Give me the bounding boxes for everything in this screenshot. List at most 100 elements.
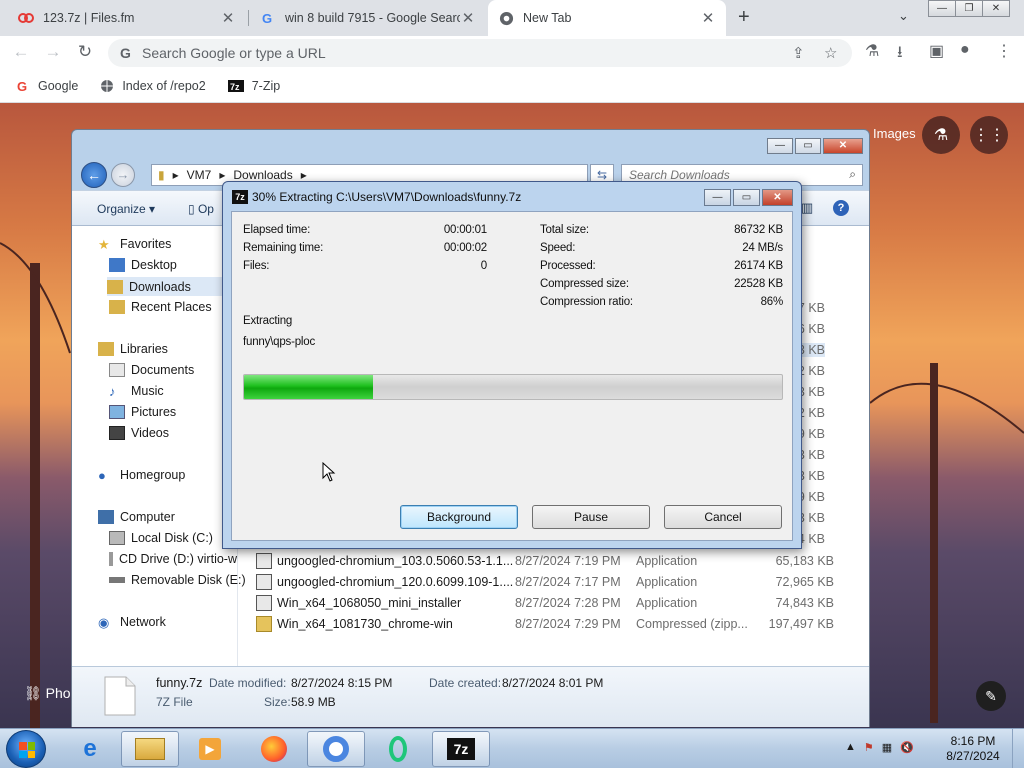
restore-button[interactable]: ❐: [955, 0, 983, 17]
bookmark-star-icon[interactable]: ☆: [824, 44, 837, 62]
show-desktop-button[interactable]: [1012, 729, 1024, 768]
google-icon: G: [260, 10, 276, 26]
taskbar-media-player[interactable]: ▶: [181, 731, 239, 767]
bookmark-7zip[interactable]: 7z 7-Zip: [227, 79, 280, 93]
tab-google-search[interactable]: G win 8 build 7915 - Google Search ✕: [250, 0, 486, 36]
close-button[interactable]: ✕: [823, 138, 863, 154]
taskbar-clock[interactable]: 8:16 PM 8/27/2024: [938, 734, 1008, 764]
network-icon[interactable]: ▦: [882, 741, 892, 754]
close-tab-icon[interactable]: ✕: [460, 9, 476, 27]
nav-documents[interactable]: Documents: [109, 363, 194, 377]
background-button[interactable]: Background: [400, 505, 518, 529]
side-panel-icon[interactable]: ▣: [929, 41, 944, 61]
organize-button[interactable]: Organize ▾: [97, 202, 155, 216]
maximize-button[interactable]: ▭: [733, 189, 760, 206]
labs-flask-icon[interactable]: ⚗: [922, 116, 960, 154]
bookmark-google[interactable]: G Google: [16, 79, 78, 93]
nav-removable-disk[interactable]: Removable Disk (E:): [109, 573, 246, 587]
apps-grid-icon[interactable]: ⋮⋮: [970, 116, 1008, 154]
nav-homegroup[interactable]: ● Homegroup: [98, 468, 185, 483]
close-button[interactable]: ✕: [982, 0, 1010, 17]
tab-search-chevron-icon[interactable]: ⌄: [898, 8, 909, 24]
reload-icon[interactable]: ↻: [74, 41, 96, 63]
tab-new-tab[interactable]: New Tab ✕: [488, 0, 726, 36]
mouse-cursor-icon: [322, 462, 336, 482]
open-button[interactable]: ▯ Op: [188, 202, 214, 216]
compressed-size-value: 22528 KB: [734, 278, 783, 290]
breadcrumb-downloads[interactable]: Downloads: [233, 168, 292, 182]
nav-favorites[interactable]: ★ Favorites: [98, 237, 171, 252]
share-icon[interactable]: ⇪: [792, 44, 805, 62]
table-row[interactable]: Win_x64_1068050_mini_installer 8/27/2024…: [256, 592, 834, 613]
omnibox-input[interactable]: [142, 45, 742, 61]
documents-icon: [109, 363, 125, 377]
taskbar-chromium[interactable]: [307, 731, 365, 767]
nav-desktop[interactable]: Desktop: [109, 258, 177, 272]
download-icon[interactable]: ⭳: [897, 41, 903, 68]
maximize-button[interactable]: ▭: [795, 138, 821, 154]
tab-files-fm[interactable]: 123.7z | Files.fm ✕: [8, 0, 246, 36]
search-input[interactable]: [629, 168, 839, 182]
start-button[interactable]: [6, 730, 46, 768]
close-button[interactable]: ✕: [762, 189, 793, 206]
dialog-titlebar[interactable]: 7z 30% Extracting C:\Users\VM7\Downloads…: [232, 190, 521, 204]
nav-computer[interactable]: Computer: [98, 510, 175, 524]
nav-libraries[interactable]: Libraries: [98, 342, 168, 356]
taskbar-opera-gx[interactable]: [369, 731, 427, 767]
remaining-time-value: 00:00:02: [443, 242, 487, 254]
search-icon[interactable]: ⌕: [849, 167, 856, 182]
nav-local-disk[interactable]: Local Disk (C:): [109, 531, 213, 545]
taskbar-firefox[interactable]: [245, 731, 303, 767]
minimize-button[interactable]: —: [928, 0, 956, 17]
svg-text:G: G: [120, 45, 131, 61]
minimize-button[interactable]: —: [767, 138, 793, 154]
preview-pane-icon[interactable]: ▥: [801, 200, 813, 216]
open-label: Op: [197, 202, 214, 216]
tab-divider: [248, 10, 249, 26]
labs-flask-icon[interactable]: ⚗: [865, 41, 879, 61]
media-player-icon: ▶: [199, 738, 221, 760]
show-hidden-icons-icon[interactable]: ▲: [845, 741, 856, 754]
explorer-titlebar[interactable]: — ▭ ✕: [72, 130, 869, 160]
action-center-flag-icon[interactable]: ⚑: [864, 741, 874, 754]
bookmark-index-repo2[interactable]: Index of /repo2: [100, 79, 206, 93]
taskbar-internet-explorer[interactable]: e: [61, 731, 119, 767]
close-tab-icon[interactable]: ✕: [700, 9, 716, 27]
back-arrow-icon[interactable]: ←: [81, 162, 107, 188]
back-arrow-icon[interactable]: ←: [10, 41, 32, 63]
nav-downloads[interactable]: Downloads: [107, 277, 237, 296]
customize-pencil-icon[interactable]: ✎: [976, 681, 1006, 711]
menu-kebab-icon[interactable]: ⋮: [996, 41, 1012, 61]
table-row[interactable]: Win_x64_1081730_chrome-win 8/27/2024 7:2…: [256, 613, 834, 634]
details-created-label: Date created:: [429, 676, 502, 690]
forward-arrow-icon[interactable]: →: [111, 163, 135, 187]
nav-recent-places[interactable]: Recent Places: [109, 300, 212, 314]
cancel-button[interactable]: Cancel: [664, 505, 782, 529]
star-icon: ★: [98, 237, 110, 252]
nav-cd-drive[interactable]: CD Drive (D:) virtio-w: [109, 552, 237, 566]
nav-music[interactable]: ♪ Music: [109, 384, 164, 399]
images-link[interactable]: Images: [873, 126, 916, 141]
close-tab-icon[interactable]: ✕: [220, 9, 236, 27]
volume-muted-icon[interactable]: 🔇: [900, 741, 914, 754]
breadcrumb-vm7[interactable]: VM7: [187, 168, 212, 182]
table-row[interactable]: ungoogled-chromium_120.0.6099.109-1.... …: [256, 571, 834, 592]
taskbar-7zip[interactable]: 7z: [432, 731, 490, 767]
nav-pictures[interactable]: Pictures: [109, 405, 176, 419]
status-text: Extracting: [243, 315, 293, 327]
chrome-icon: [498, 10, 514, 26]
table-row[interactable]: ungoogled-chromium_103.0.5060.53-1.1... …: [256, 550, 834, 571]
nav-videos[interactable]: Videos: [109, 426, 169, 440]
omnibox[interactable]: G ⇪ ☆: [108, 39, 852, 67]
taskbar-explorer[interactable]: [121, 731, 179, 767]
profile-avatar-icon[interactable]: ●: [960, 41, 970, 59]
help-icon[interactable]: ?: [833, 200, 849, 216]
7zip-icon: 7z: [232, 190, 248, 204]
pause-button[interactable]: Pause: [532, 505, 650, 529]
nav-network[interactable]: ◉ Network: [98, 615, 166, 630]
new-tab-button[interactable]: +: [738, 6, 750, 29]
minimize-button[interactable]: —: [704, 189, 731, 206]
photo-credit-link[interactable]: ⛓ Pho: [24, 685, 71, 702]
window-controls: — ▭ ✕: [702, 189, 793, 206]
forward-arrow-icon[interactable]: →: [42, 41, 64, 63]
